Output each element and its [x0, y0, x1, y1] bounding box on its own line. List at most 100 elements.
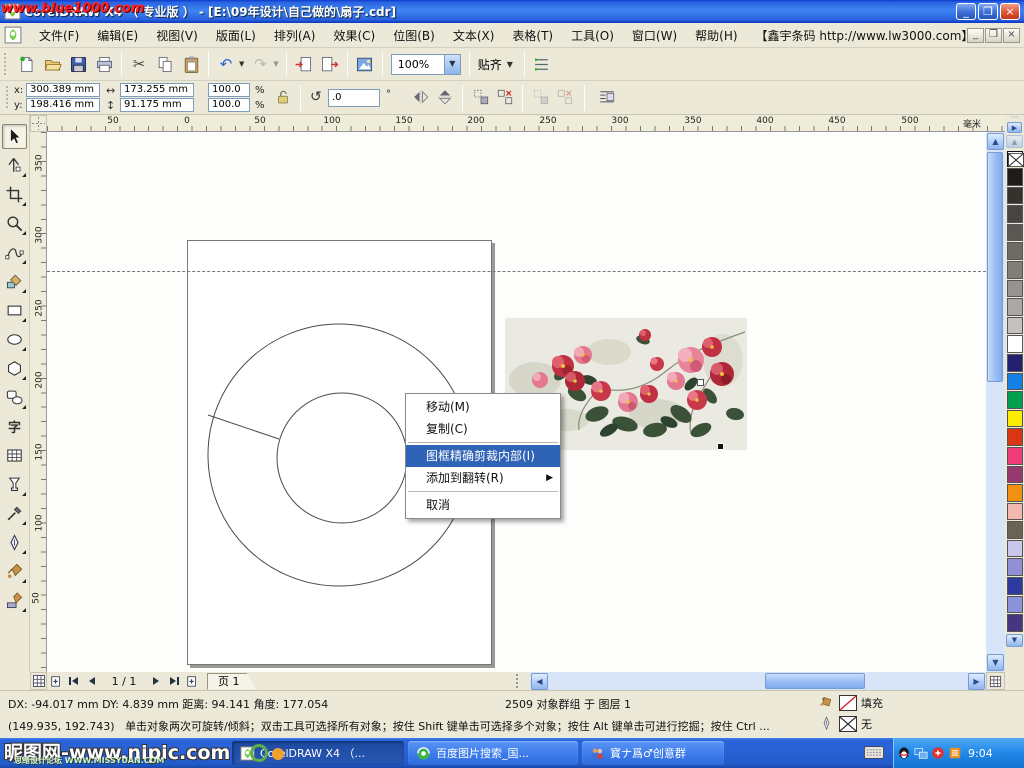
color-swatch[interactable] — [1007, 373, 1023, 391]
doc-minimize-button[interactable]: _ — [967, 28, 984, 43]
zoom-tool[interactable] — [2, 211, 27, 236]
close-button[interactable]: × — [1000, 3, 1020, 20]
menu-item-1[interactable]: 编辑(E) — [88, 24, 147, 47]
interactive-blend-tool[interactable] — [2, 472, 27, 497]
palette-scroll-up-button[interactable]: ▲ — [1006, 135, 1023, 148]
context-menu-item[interactable]: 添加到翻转(R)▶ — [406, 467, 560, 489]
palette-grip-dots[interactable]: ··· — [1011, 115, 1019, 121]
color-swatch[interactable] — [1007, 317, 1023, 335]
fill-swatch-none[interactable] — [839, 695, 857, 711]
toolbar-grip[interactable] — [4, 53, 9, 75]
keyboard-layout-icon[interactable] — [864, 746, 884, 759]
first-page-button[interactable] — [65, 673, 82, 689]
color-swatch[interactable] — [1007, 280, 1023, 298]
save-button[interactable] — [65, 51, 91, 77]
redo-dropdown[interactable]: ▼ — [273, 60, 278, 68]
menu-item-2[interactable]: 视图(V) — [147, 24, 207, 47]
mirror-vertical-button[interactable] — [434, 86, 456, 108]
open-button[interactable] — [39, 51, 65, 77]
color-swatch[interactable] — [1007, 447, 1023, 465]
menu-item-8[interactable]: 表格(T) — [503, 24, 562, 47]
paste-button[interactable] — [178, 51, 204, 77]
redo-button[interactable]: ↷ — [247, 51, 273, 77]
zoom-dropdown-button[interactable]: ▼ — [444, 55, 460, 74]
add-page-button-left[interactable] — [47, 673, 64, 689]
context-menu-item[interactable]: 复制(C) — [406, 418, 560, 440]
snap-to-dropdown[interactable]: 贴齐 ▼ — [474, 56, 520, 73]
inner-circle[interactable] — [277, 393, 407, 523]
page-tab[interactable]: 页 1 — [207, 673, 257, 690]
color-swatch[interactable] — [1007, 391, 1023, 409]
taskbar-button-1[interactable]: 百度图片搜索_国... — [408, 741, 578, 765]
tray-clock[interactable]: 9:04 — [968, 747, 993, 760]
doc-restore-button[interactable]: ❒ — [985, 28, 1002, 43]
cut-button[interactable]: ✂ — [126, 51, 152, 77]
outline-pen-tool[interactable] — [2, 530, 27, 555]
freehand-tool[interactable] — [2, 240, 27, 265]
previous-page-button[interactable] — [83, 673, 100, 689]
options-button[interactable] — [529, 51, 555, 77]
radial-line[interactable] — [208, 415, 279, 439]
restore-button[interactable]: ❒ — [978, 3, 998, 20]
vertical-scroll-thumb[interactable] — [987, 152, 1003, 382]
palette-flyout-button[interactable]: ▶ — [1007, 122, 1022, 133]
doc-close-button[interactable]: × — [1003, 28, 1020, 43]
color-swatch[interactable] — [1007, 205, 1023, 223]
menu-item-5[interactable]: 效果(C) — [324, 24, 384, 47]
last-page-button[interactable] — [165, 673, 182, 689]
menu-item-3[interactable]: 版面(L) — [207, 24, 265, 47]
object-y-field[interactable]: 198.416 mm — [26, 98, 100, 112]
network-tray-icon[interactable] — [914, 746, 928, 760]
vertical-ruler[interactable]: 35030025020015010050 — [30, 132, 47, 672]
group-button[interactable] — [470, 86, 492, 108]
color-swatch[interactable] — [1007, 596, 1023, 614]
smart-fill-tool[interactable] — [2, 269, 27, 294]
taskbar-button-2[interactable]: 寳ナ爲♂创意群 — [582, 741, 724, 765]
scroll-right-button[interactable]: ▶ — [968, 673, 985, 690]
color-swatch[interactable] — [1007, 410, 1023, 428]
context-menu-item[interactable]: 取消 — [406, 494, 560, 516]
menu-item-11[interactable]: 帮助(H) — [686, 24, 746, 47]
new-button[interactable] — [13, 51, 39, 77]
text-tool[interactable]: 字 — [2, 414, 27, 439]
menu-item-6[interactable]: 位图(B) — [384, 24, 444, 47]
basic-shapes-tool[interactable] — [2, 385, 27, 410]
eyedropper-tool[interactable] — [2, 501, 27, 526]
horizontal-scroll-thumb[interactable] — [765, 673, 865, 689]
menu-item-7[interactable]: 文本(X) — [444, 24, 504, 47]
color-swatch[interactable] — [1007, 261, 1023, 279]
color-swatch[interactable] — [1007, 614, 1023, 632]
undo-dropdown[interactable]: ▼ — [239, 60, 244, 68]
horizontal-ruler[interactable]: 毫米 50050100150200250300350400450500 — [47, 115, 1005, 132]
interactive-fill-tool[interactable] — [2, 588, 27, 613]
zoom-level-combo[interactable]: 100% ▼ — [391, 54, 461, 75]
color-swatch[interactable] — [1007, 168, 1023, 186]
no-color-swatch[interactable] — [1007, 151, 1023, 167]
text-wrap-button[interactable] — [596, 86, 618, 108]
qq-tray-icon[interactable] — [897, 746, 911, 760]
page-navigator-corner[interactable] — [30, 672, 47, 690]
menu-item-10[interactable]: 窗口(W) — [623, 24, 686, 47]
export-button[interactable] — [317, 51, 343, 77]
color-swatch[interactable] — [1007, 224, 1023, 242]
context-menu-item[interactable]: 移动(M) — [406, 396, 560, 418]
shape-tool[interactable] — [2, 153, 27, 178]
ellipse-tool[interactable] — [2, 327, 27, 352]
crop-tool[interactable] — [2, 182, 27, 207]
propbar-grip[interactable] — [6, 86, 11, 108]
copy-button[interactable] — [152, 51, 178, 77]
menu-item-12[interactable]: 【鑫宇条码 http://www.lw3000.com】 — [747, 24, 983, 47]
polygon-tool[interactable] — [2, 356, 27, 381]
ruler-origin[interactable] — [30, 115, 47, 132]
color-swatch[interactable] — [1007, 521, 1023, 539]
color-swatch[interactable] — [1007, 540, 1023, 558]
import-button[interactable] — [291, 51, 317, 77]
scale-v-field[interactable]: 100.0 — [208, 98, 250, 112]
scroll-up-button[interactable]: ▲ — [987, 133, 1004, 150]
outline-swatch-none[interactable] — [839, 716, 857, 732]
document-navigator-button[interactable] — [986, 672, 1005, 690]
application-launcher-button[interactable] — [352, 51, 378, 77]
tab-scrollbar-splitter[interactable] — [516, 674, 522, 688]
selection-handle[interactable] — [717, 443, 724, 450]
color-swatch[interactable] — [1007, 428, 1023, 446]
